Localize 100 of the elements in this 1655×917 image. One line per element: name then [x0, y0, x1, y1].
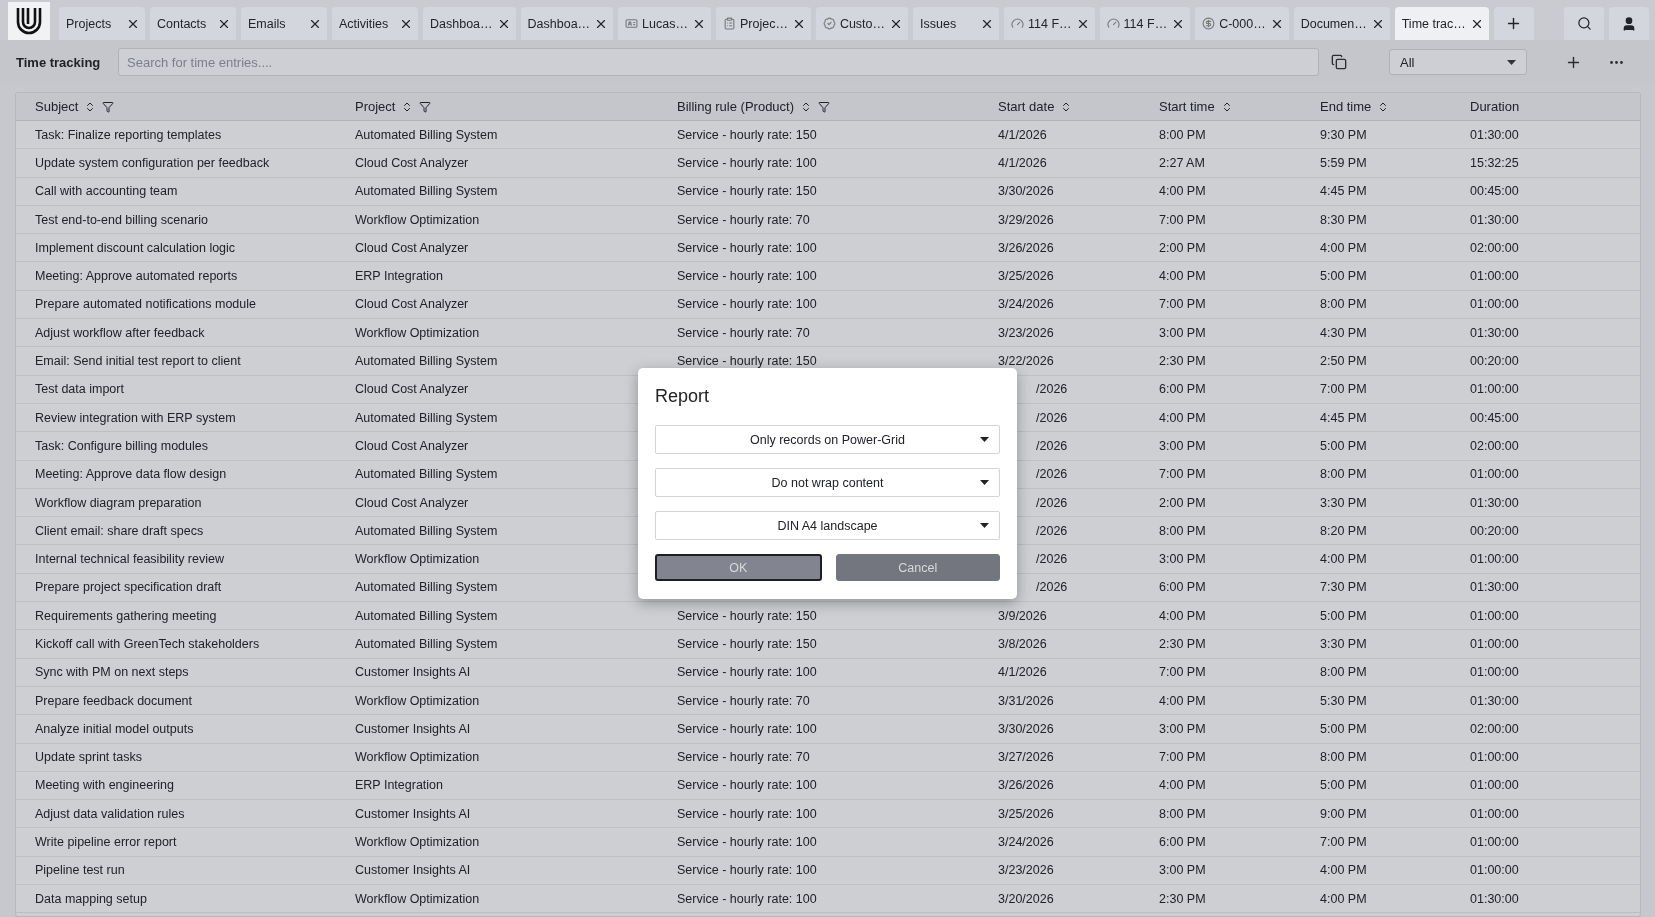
table-cell: 8:30 PM — [1320, 212, 1367, 227]
table-cell: Prepare feedback document — [35, 693, 193, 708]
table-cell: 4:00 PM — [1320, 891, 1367, 906]
dropdown-select[interactable]: DIN A4 landscape — [655, 511, 1000, 540]
table-cell: Service - hourly rate: 150 — [677, 354, 817, 368]
table-cell: Cloud Cost Analyzer — [355, 297, 469, 312]
filter-select[interactable]: All — [1389, 49, 1527, 75]
table-cell: Client email: share draft specs — [35, 523, 204, 538]
table-cell: Implement discount calculation logic — [35, 240, 236, 255]
search-icon — [1576, 16, 1592, 31]
caret-icon — [980, 523, 989, 528]
column-header[interactable]: Start time — [1159, 99, 1215, 114]
table-cell: 01:00:00 — [1470, 778, 1519, 793]
tab[interactable]: Dashboa… — [423, 7, 516, 40]
table-cell: 7:30 PM — [1320, 580, 1367, 595]
table-cell: Workflow diagram preparation — [35, 495, 202, 510]
table-cell: Task: Configure billing modules — [35, 438, 208, 453]
table-cell: 01:00:00 — [1470, 665, 1519, 680]
table-cell: Meeting with engineering — [35, 778, 174, 793]
column-header[interactable]: Billing rule (Product) — [677, 99, 795, 114]
filter-icon[interactable] — [419, 100, 432, 113]
tab[interactable]: Activities — [332, 7, 418, 40]
tab[interactable]: 114 F… — [1004, 7, 1095, 40]
table-cell: /2026 — [1036, 495, 1068, 510]
tab[interactable]: Projec… — [715, 7, 811, 40]
tab[interactable]: Issues — [913, 7, 1000, 40]
table-cell: 00:45:00 — [1470, 184, 1519, 199]
table-cell: 3/26/2026 — [998, 240, 1054, 255]
tab[interactable]: Emails — [241, 7, 327, 40]
search-button[interactable] — [1564, 7, 1604, 40]
tab[interactable]: Custo… — [815, 7, 909, 40]
user-button[interactable] — [1609, 7, 1649, 40]
tab[interactable]: Time trac… — [1394, 7, 1489, 40]
table-cell: Workflow Optimization — [355, 325, 480, 340]
table-cell: Service - hourly rate: 150 — [677, 608, 817, 623]
table-cell: Cloud Cost Analyzer — [355, 382, 469, 397]
table-cell: 00:20:00 — [1470, 354, 1519, 368]
table-cell: 5:00 PM — [1320, 269, 1367, 284]
column-header[interactable]: End time — [1320, 99, 1372, 114]
tab[interactable]: 114 F… — [1099, 7, 1191, 40]
table-cell: 3:00 PM — [1159, 325, 1206, 340]
caret-icon — [980, 437, 989, 442]
table-cell: Service - hourly rate: 100 — [677, 863, 817, 878]
table-cell: 3/29/2026 — [998, 212, 1054, 227]
table-cell: Prepare automated notifications module — [35, 297, 256, 312]
table-cell: 5:00 PM — [1320, 608, 1367, 623]
table-cell: Write pipeline error report — [35, 835, 177, 850]
tab[interactable]: Contacts — [150, 7, 236, 40]
dropdown-select[interactable]: Do not wrap content — [655, 468, 1000, 497]
filter-icon[interactable] — [818, 100, 831, 113]
column-header[interactable]: Duration — [1470, 99, 1520, 114]
column-header[interactable]: Start date — [998, 99, 1055, 114]
table-cell: 8:00 PM — [1320, 297, 1367, 312]
table-cell: 4:30 PM — [1320, 325, 1367, 340]
dropdown-select[interactable]: Only records on Power-Grid — [655, 425, 1000, 454]
table-cell: 00:45:00 — [1470, 410, 1519, 425]
tab[interactable]: Dashboa… — [520, 7, 614, 40]
table-cell: 01:30:00 — [1470, 693, 1519, 708]
table-cell: 8:00 PM — [1320, 750, 1367, 765]
tab[interactable]: Documen… — [1293, 7, 1390, 40]
table-cell: Cloud Cost Analyzer — [355, 495, 469, 510]
table-cell: 01:00:00 — [1470, 467, 1519, 482]
table-cell: 3/9/2026 — [998, 608, 1047, 623]
tab[interactable]: Lucas… — [618, 7, 711, 40]
table-cell: 01:00:00 — [1470, 269, 1519, 284]
app-logo[interactable] — [8, 2, 50, 40]
table-cell: 5:00 PM — [1320, 721, 1367, 736]
id-card-icon — [625, 17, 639, 30]
table-cell: Service - hourly rate: 100 — [677, 778, 817, 793]
table-cell: 3/24/2026 — [998, 835, 1054, 850]
table-cell: 02:00:00 — [1470, 721, 1519, 736]
column-header[interactable]: Project — [355, 99, 396, 114]
table-cell: /2026 — [1036, 467, 1068, 482]
table-cell: Workflow Optimization — [355, 693, 480, 708]
tab[interactable]: C-000… — [1195, 7, 1289, 40]
table-cell: 6:00 PM — [1159, 580, 1206, 595]
table-cell: 01:30:00 — [1470, 495, 1519, 510]
table-cell: Service - hourly rate: 100 — [677, 240, 817, 255]
table-cell: 7:00 PM — [1320, 835, 1367, 850]
tab[interactable]: Projects — [59, 7, 145, 40]
page-title: Time tracking — [16, 54, 102, 70]
column-header[interactable]: Subject — [35, 99, 79, 114]
table-cell: 3:00 PM — [1159, 863, 1206, 878]
table-cell: 2:30 PM — [1159, 637, 1206, 651]
table-cell: Service - hourly rate: 100 — [677, 269, 817, 284]
table-cell: 01:00:00 — [1470, 806, 1519, 821]
table-cell: 01:30:00 — [1470, 580, 1519, 595]
table-cell: 4/1/2026 — [998, 155, 1047, 170]
table-cell: 8:00 PM — [1159, 127, 1206, 142]
table-cell: 3:00 PM — [1159, 552, 1206, 567]
table-cell: Customer Insights AI — [355, 721, 471, 736]
table-cell: 4:00 PM — [1159, 608, 1206, 623]
table-cell: 3/30/2026 — [998, 721, 1054, 736]
table-cell: Service - hourly rate: 100 — [677, 155, 817, 170]
table-cell: 7:00 PM — [1159, 297, 1206, 312]
table-cell: Kickoff call with GreenTech stakeholders — [35, 637, 260, 651]
search-field[interactable]: Search for time entries.... — [118, 48, 1319, 76]
copy-icon[interactable] — [1331, 54, 1347, 70]
table-cell: Cloud Cost Analyzer — [355, 240, 469, 255]
filter-icon[interactable] — [102, 100, 115, 113]
